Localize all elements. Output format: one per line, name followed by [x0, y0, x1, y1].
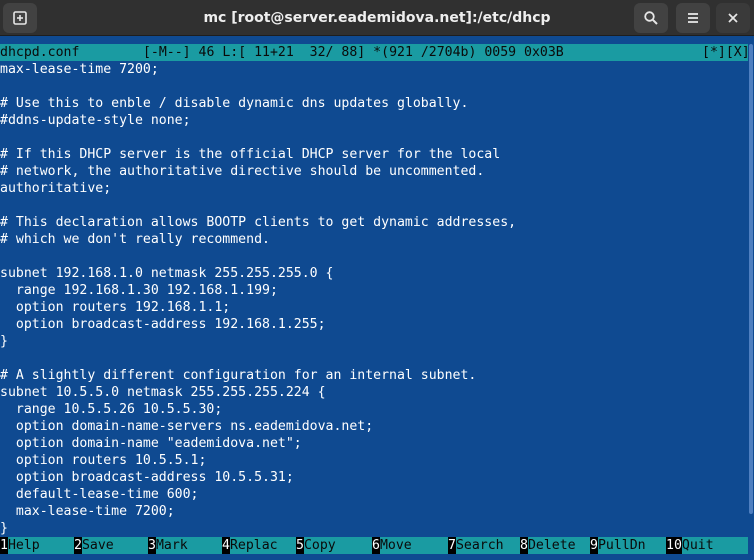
fkey-pulldn-button[interactable]: 9 PullDn	[590, 537, 666, 554]
fkey-label: Quit	[681, 537, 748, 554]
editor-line[interactable]: #ddns-update-style none;	[0, 112, 191, 129]
fkey-help-button[interactable]: 1 Help	[0, 537, 74, 554]
menu-button[interactable]	[676, 3, 710, 33]
function-key-bar: 1 Help 2 Save 3 Mark 4 Replac 5 Copy 6 Move 7 Search 8…	[0, 537, 748, 554]
close-icon	[728, 13, 738, 23]
editor-line[interactable]: option broadcast-address 10.5.5.31;	[0, 469, 294, 486]
editor-line[interactable]: option broadcast-address 192.168.1.255;	[0, 316, 326, 333]
editor-line[interactable]: option domain-name "eademidova.net";	[0, 435, 302, 452]
fkey-search-button[interactable]: 7 Search	[448, 537, 520, 554]
terminal-top-gap	[0, 36, 748, 44]
new-tab-icon	[13, 11, 27, 25]
fkey-number: 9	[590, 537, 598, 554]
fkey-number: 2	[74, 537, 82, 554]
editor-line[interactable]: option routers 192.168.1.1;	[0, 299, 230, 316]
fkey-number: 5	[296, 537, 304, 554]
editor-line[interactable]: max-lease-time 7200;	[0, 61, 159, 78]
fkey-label: Search	[455, 537, 520, 554]
fkey-number: 6	[372, 537, 380, 554]
new-tab-button[interactable]	[3, 3, 37, 33]
hamburger-menu-icon	[688, 13, 698, 23]
fkey-quit-button[interactable]: 10 Quit	[666, 537, 748, 554]
fkey-save-button[interactable]: 2 Save	[74, 537, 148, 554]
fkey-label: Move	[379, 537, 448, 554]
editor-line[interactable]: # This declaration allows BOOTP clients …	[0, 214, 516, 231]
editor-status-line: dhcpd.conf [-M--] 46 L:[ 11+21 32/ 88] *…	[0, 44, 750, 61]
editor-line[interactable]: }	[0, 333, 8, 350]
status-info: [-M--] 46 L:[ 11+21 32/ 88] *(921 /2704b…	[142, 45, 564, 60]
fkey-number: 4	[222, 537, 230, 554]
fkey-label: PullDn	[597, 537, 666, 554]
fkey-label: Replac	[229, 537, 296, 554]
fkey-copy-button[interactable]: 5 Copy	[296, 537, 372, 554]
editor-line[interactable]: max-lease-time 7200;	[0, 503, 175, 520]
fkey-label: Help	[7, 537, 74, 554]
search-button[interactable]	[634, 3, 668, 33]
editor-line[interactable]: authoritative;	[0, 180, 111, 197]
fkey-move-button[interactable]: 6 Move	[372, 537, 448, 554]
terminal-window: mc [root@server.eademidova.net]:/etc/dhc…	[0, 0, 754, 560]
fkey-number: 3	[148, 537, 156, 554]
fkey-label: Save	[81, 537, 148, 554]
editor-line[interactable]: # Use this to enble / disable dynamic dn…	[0, 95, 468, 112]
editor-line[interactable]: subnet 192.168.1.0 netmask 255.255.255.0…	[0, 265, 333, 282]
editor-line[interactable]: default-lease-time 600;	[0, 486, 199, 503]
editor-text-area[interactable]: max-lease-time 7200; # Use this to enble …	[0, 61, 748, 537]
search-icon	[644, 11, 658, 25]
terminal-bottom-strip	[0, 554, 748, 560]
fkey-replac-button[interactable]: 4 Replac	[222, 537, 296, 554]
status-filename: dhcpd.conf	[0, 45, 80, 60]
editor-line[interactable]: # A slightly different configuration for…	[0, 367, 476, 384]
editor-line[interactable]: # If this DHCP server is the official DH…	[0, 146, 500, 163]
fkey-label: Delete	[527, 537, 590, 554]
fkey-number: 8	[520, 537, 528, 554]
editor-line[interactable]: # network, the authoritative directive s…	[0, 163, 484, 180]
fkey-label: Copy	[303, 537, 372, 554]
fkey-delete-button[interactable]: 8 Delete	[520, 537, 590, 554]
scrollbar-thumb[interactable]	[749, 44, 753, 514]
fkey-number: 10	[666, 537, 682, 554]
fkey-number: 1	[0, 537, 8, 554]
editor-line[interactable]: range 192.168.1.30 192.168.1.199;	[0, 282, 278, 299]
window-title: mc [root@server.eademidova.net]:/etc/dhc…	[203, 10, 551, 26]
editor-line[interactable]: option domain-name-servers ns.eademidova…	[0, 418, 373, 435]
fkey-label: Mark	[155, 537, 222, 554]
fkey-mark-button[interactable]: 3 Mark	[148, 537, 222, 554]
editor-line[interactable]: option routers 10.5.5.1;	[0, 452, 207, 469]
close-button[interactable]	[716, 3, 750, 33]
editor-line[interactable]: subnet 10.5.5.0 netmask 255.255.255.224 …	[0, 384, 326, 401]
editor-line[interactable]: range 10.5.5.26 10.5.5.30;	[0, 401, 222, 418]
status-flags: [*][X]	[702, 45, 750, 60]
editor-line[interactable]: }	[0, 520, 8, 537]
editor-line[interactable]: # which we don't really recommend.	[0, 231, 270, 248]
header-bar: mc [root@server.eademidova.net]:/etc/dhc…	[0, 0, 754, 36]
fkey-number: 7	[448, 537, 456, 554]
